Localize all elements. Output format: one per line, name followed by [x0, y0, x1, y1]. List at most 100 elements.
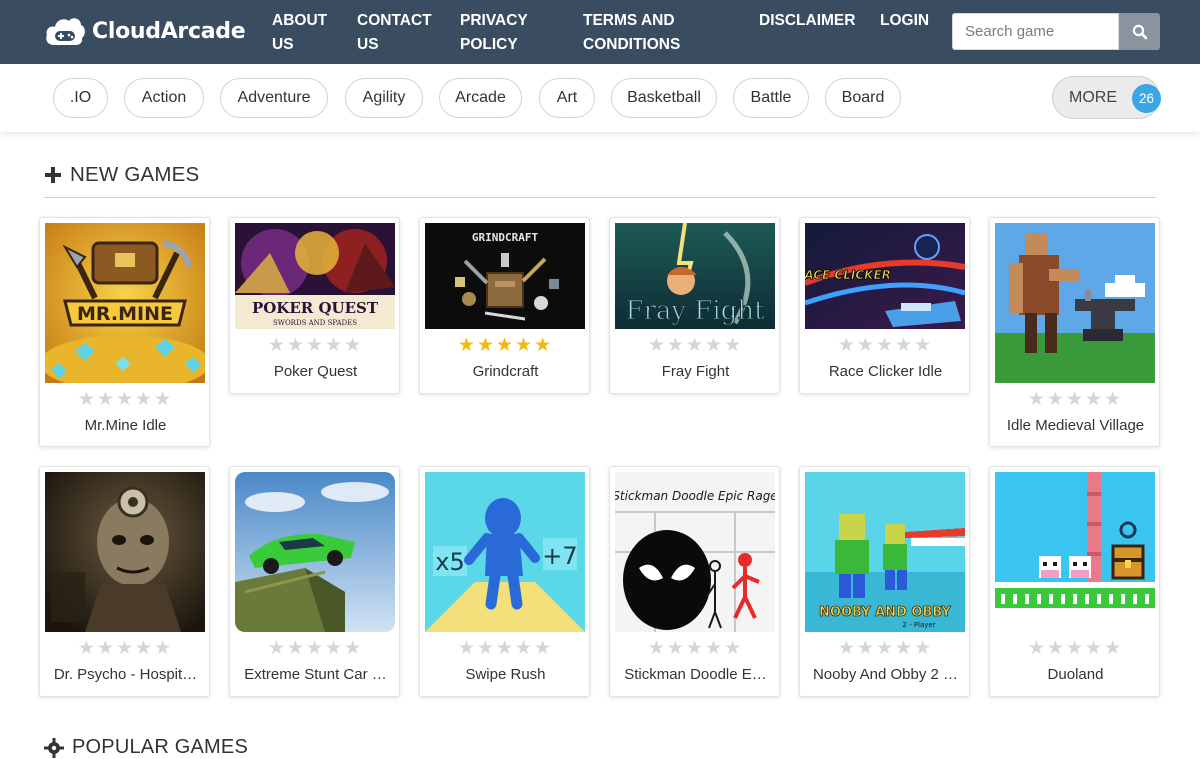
star-icon: ★ [77, 638, 97, 659]
star-icon: ★ [1104, 638, 1124, 659]
nav-privacy-policy[interactable]: PRIVACY POLICY [460, 9, 528, 57]
plus-icon [45, 167, 61, 183]
game-title: Extreme Stunt Car … [244, 666, 387, 683]
category-arcade[interactable]: Arcade [439, 78, 522, 118]
star-icon: ★ [647, 335, 667, 356]
game-card-duoland[interactable]: ★ ★ ★ ★ ★ Duoland [989, 466, 1160, 697]
star-icon: ★ [515, 335, 535, 356]
star-icon: ★ [1027, 389, 1047, 410]
game-card-extreme-stunt-car[interactable]: ★ ★ ★ ★ ★ Extreme Stunt Car … [229, 466, 400, 697]
rating-stars: ★ ★ ★ ★ ★ [610, 334, 781, 357]
star-icon: ★ [1046, 389, 1066, 410]
dr-psycho-artwork [45, 472, 205, 632]
star-icon: ★ [457, 335, 477, 356]
star-icon: ★ [724, 638, 744, 659]
nav-terms-and-conditions[interactable]: TERMS AND CONDITIONS [583, 9, 680, 57]
game-card-nooby-and-obby[interactable]: NOOBY AND OBBY 2 - Player ★ ★ ★ ★ ★ Nooby An… [799, 466, 970, 697]
mr-mine-logo-text: MR.MINE [77, 303, 173, 325]
gear-icon [44, 737, 64, 758]
game-title: Duoland [1047, 666, 1104, 683]
category-board[interactable]: Board [825, 78, 901, 118]
star-icon: ★ [666, 638, 686, 659]
rating-stars: ★ ★ ★ ★ ★ [420, 334, 591, 357]
category-label: Agility [362, 89, 406, 106]
category-label: Board [841, 89, 885, 106]
star-icon: ★ [1085, 389, 1105, 410]
category-label: Art [556, 89, 578, 106]
nooby-logo-text: NOOBY AND OBBY [819, 605, 952, 620]
game-card-idle-medieval-village[interactable]: ★ ★ ★ ★ ★ Idle Medieval Village [989, 217, 1160, 447]
rating-stars: ★ ★ ★ ★ ★ [40, 637, 211, 660]
category-adventure[interactable]: Adventure [220, 78, 328, 118]
star-icon: ★ [267, 638, 287, 659]
star-icon: ★ [914, 335, 934, 356]
game-card-mr-mine-idle[interactable]: MR.MINE ★ ★ ★ ★ ★ Mr.Mine Idle [39, 217, 210, 447]
new-games-heading: NEW GAMES [44, 161, 199, 189]
game-thumbnail: RACE CLICKER [805, 223, 965, 329]
star-icon: ★ [1027, 638, 1047, 659]
star-icon: ★ [534, 335, 554, 356]
category-agility[interactable]: Agility [345, 78, 423, 118]
star-icon: ★ [115, 638, 136, 659]
rating-stars: ★ ★ ★ ★ ★ [990, 388, 1161, 411]
star-icon: ★ [875, 638, 896, 659]
nav-label-line1: LOGIN [880, 12, 930, 29]
star-icon: ★ [1104, 389, 1124, 410]
game-thumbnail: MR.MINE [45, 223, 205, 383]
game-title: Fray Fight [661, 363, 730, 380]
stickman-logo-text: Stickman Doodle Epic Rage [615, 489, 775, 503]
star-icon: ★ [286, 638, 306, 659]
game-card-fray-fight[interactable]: Fray Fight ★ ★ ★ ★ ★ Fray Fight [609, 217, 780, 394]
category-count-badge: 26 [1132, 84, 1161, 113]
game-thumbnail [995, 472, 1155, 632]
star-icon: ★ [77, 389, 97, 410]
star-icon: ★ [685, 335, 706, 356]
nav-login[interactable]: LOGIN [880, 9, 929, 33]
category-label: .IO [69, 89, 92, 106]
game-card-race-clicker-idle[interactable]: RACE CLICKER ★★★★★ Race Clicker Idle [799, 217, 970, 394]
category-action[interactable]: Action [124, 78, 204, 118]
star-icon: ★ [666, 335, 686, 356]
game-card-poker-quest[interactable]: POKER QUEST SWORDS AND SPADES ★ ★ ★ ★ ★ Poke… [229, 217, 400, 394]
game-card-swipe-rush[interactable]: x5 +7 ★ ★ ★ ★ ★ Swipe Rush [419, 466, 590, 697]
nav-contact-us[interactable]: CONTACT US [357, 9, 432, 57]
nav-about-us[interactable]: ABOUT US [272, 9, 327, 57]
star-icon: ★ [1085, 638, 1105, 659]
section-divider [44, 197, 1156, 198]
star-icon: ★ [856, 638, 876, 659]
star-icon: ★ [325, 638, 345, 659]
category-io[interactable]: .IO [53, 78, 108, 118]
star-icon: ★ [305, 638, 326, 659]
category-basketball[interactable]: Basketball [611, 78, 717, 118]
star-icon: ★ [705, 335, 725, 356]
nav-label-line2: US [272, 36, 294, 53]
logo[interactable]: CloudArcade [44, 14, 246, 48]
game-card-dr-psycho[interactable]: ★ ★ ★ ★ ★ Dr. Psycho - Hospit… [39, 466, 210, 697]
rating-stars: ★ ★ ★ ★ ★ [420, 637, 591, 660]
category-battle[interactable]: Battle [733, 78, 809, 118]
game-title: Race Clicker Idle [828, 363, 943, 380]
star-icon: ★ [914, 638, 934, 659]
star-icon: ★ [1065, 389, 1086, 410]
star-icon: ★ [1065, 638, 1086, 659]
game-thumbnail: POKER QUEST SWORDS AND SPADES [235, 223, 395, 329]
search-button[interactable] [1119, 13, 1160, 50]
game-card-grindcraft[interactable]: GRINDCRAFT ★ ★ ★ ★ ★ Grindcraft [419, 217, 590, 394]
category-art[interactable]: Art [539, 78, 595, 118]
game-title: Dr. Psycho - Hospit… [53, 666, 198, 683]
star-icon: ★ [705, 638, 725, 659]
star-icon: ★ [135, 638, 155, 659]
game-title: Mr.Mine Idle [84, 417, 167, 434]
game-thumbnail: Stickman Doodle Epic Rage [615, 472, 775, 632]
category-label: Arcade [455, 89, 506, 106]
star-icon: ★ [286, 335, 306, 356]
rating-stars: ★ ★ ★ ★ ★ [610, 637, 781, 660]
nav-disclaimer[interactable]: DISCLAIMER [759, 9, 855, 33]
grindcraft-logo-text: GRINDCRAFT [472, 231, 539, 244]
rating-stars: ★ ★ ★ ★ ★ [230, 637, 401, 660]
game-card-stickman-doodle[interactable]: Stickman Doodle Epic Rage ★ ★ ★ ★ ★ Stickman… [609, 466, 780, 697]
search-input[interactable] [952, 13, 1119, 50]
poker-quest-artwork: POKER QUEST SWORDS AND SPADES [235, 223, 395, 329]
star-icon: ★ [647, 638, 667, 659]
race-clicker-logo-text: RACE CLICKER [805, 268, 891, 282]
